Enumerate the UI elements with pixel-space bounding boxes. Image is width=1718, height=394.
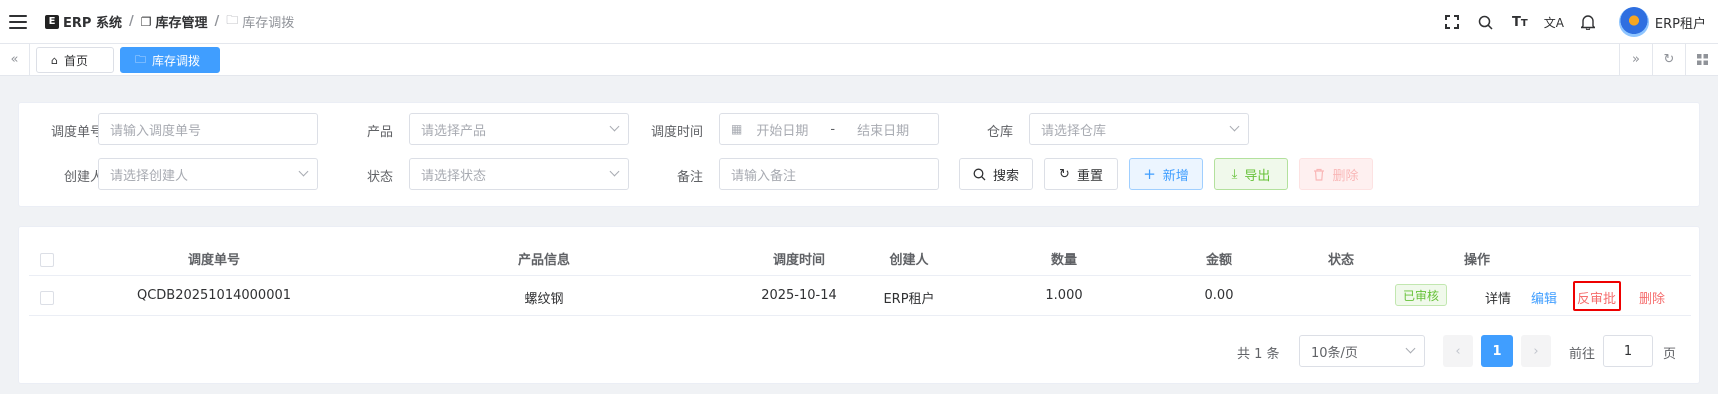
select-all-checkbox[interactable] [40, 253, 54, 267]
row-checkbox[interactable] [40, 291, 54, 305]
cell-time: 2025-10-14 [761, 288, 837, 303]
folder-icon: 🗀 [226, 13, 239, 27]
trash-icon [1314, 168, 1325, 181]
translate-icon[interactable]: 文A [1537, 0, 1571, 44]
scroll-right-icon[interactable]: » [1619, 44, 1652, 75]
detail-link[interactable]: 详情 [1485, 288, 1511, 307]
chevron-down-icon [1405, 343, 1416, 354]
column-header: 金额 [1205, 253, 1232, 268]
goto-suffix: 页 [1663, 347, 1677, 362]
label-product: 产品 [366, 125, 393, 140]
edit-link[interactable]: 编辑 [1531, 288, 1557, 307]
cell-quantity: 1.000 [1045, 288, 1083, 303]
refresh-icon: ↻ [1059, 166, 1070, 182]
breadcrumb-page: 🗀 库存调拨 [226, 13, 295, 31]
breadcrumb-app[interactable]: E ERP 系统 [45, 12, 122, 31]
cell-amount: 0.00 [1204, 288, 1234, 303]
column-header: 调度单号 [187, 253, 240, 268]
export-button[interactable]: ⤓ 导出 [1214, 158, 1288, 190]
status-select[interactable]: 请选择状态 [409, 158, 629, 190]
label-creator: 创建人 [63, 170, 103, 185]
window-icon: ❐ [140, 14, 152, 29]
cell-creator: ERP租户 [883, 292, 935, 307]
label-transfer-time: 调度时间 [650, 125, 703, 140]
cell-order-no: QCDB20251014000001 [136, 288, 292, 303]
user-avatar[interactable] [1618, 7, 1649, 37]
page-number[interactable]: 1 [1481, 335, 1513, 367]
font-size-icon[interactable]: TT [1503, 0, 1537, 44]
bell-icon[interactable] [1571, 0, 1605, 44]
highlight-box [1573, 281, 1621, 311]
breadcrumb-section[interactable]: ❐ 库存管理 [140, 12, 208, 32]
search-button[interactable]: 搜索 [959, 158, 1033, 190]
data-table: 调度单号 产品信息 调度时间 创建人 数量 金额 状态 操作 QCDB20251… [18, 226, 1700, 384]
add-button[interactable]: + 新增 [1129, 158, 1203, 190]
remark-input[interactable]: 请输入备注 [719, 158, 939, 190]
grid-menu-icon[interactable] [1685, 44, 1718, 75]
menu-toggle-icon[interactable] [9, 14, 27, 29]
label-status: 状态 [366, 170, 393, 185]
home-icon: ⌂ [51, 53, 58, 67]
download-icon: ⤓ [1231, 166, 1238, 182]
delete-link[interactable]: 删除 [1639, 288, 1665, 307]
next-page-button[interactable]: › [1521, 335, 1551, 367]
fullscreen-icon[interactable] [1435, 0, 1469, 44]
warehouse-select[interactable]: 请选择仓库 [1029, 113, 1249, 145]
label-warehouse: 仓库 [986, 125, 1013, 140]
column-header: 状态 [1327, 253, 1354, 268]
label-order-no: 调度单号 [50, 125, 103, 140]
status-badge: 已审核 [1395, 284, 1447, 306]
search-form: 调度单号 请输入调度单号 产品 请选择产品 调度时间 ▦ 开始日期 - 结束日期… [18, 102, 1700, 207]
creator-select[interactable]: 请选择创建人 [98, 158, 318, 190]
folder-icon: 🗀 [135, 52, 146, 66]
chevron-down-icon [1229, 121, 1240, 132]
order-no-input[interactable]: 请输入调度单号 [98, 113, 318, 145]
column-header: 产品信息 [517, 253, 570, 268]
scroll-left-icon[interactable]: « [0, 44, 30, 75]
user-name[interactable]: ERP租户 [1655, 13, 1706, 32]
breadcrumb: E ERP 系统 / ❐ 库存管理 / 🗀 库存调拨 [45, 11, 294, 32]
reset-button[interactable]: ↻ 重置 [1044, 158, 1118, 190]
label-remark: 备注 [676, 170, 703, 185]
batch-delete-button[interactable]: 删除 [1299, 158, 1373, 190]
header-tools: TT 文A ERP租户 [1435, 0, 1718, 44]
tags-view-bar: « ⌂ 首页 🗀 库存调拨 » ↻ [0, 44, 1718, 76]
column-header: 创建人 [889, 253, 929, 268]
app-logo-icon: E [45, 14, 59, 29]
total-count: 共 1 条 [1237, 347, 1280, 362]
search-icon[interactable] [1469, 0, 1503, 44]
product-select[interactable]: 请选择产品 [409, 113, 629, 145]
refresh-icon[interactable]: ↻ [1652, 44, 1685, 75]
calendar-icon: ▦ [731, 122, 743, 136]
date-range-picker[interactable]: ▦ 开始日期 - 结束日期 [719, 113, 939, 145]
page-size-select[interactable]: 10条/页 [1299, 335, 1425, 367]
top-header: E ERP 系统 / ❐ 库存管理 / 🗀 库存调拨 TT 文A ERP租户 [0, 0, 1718, 44]
tag-stock-transfer[interactable]: 🗀 库存调拨 [120, 47, 220, 73]
goto-page-input[interactable]: 1 [1603, 335, 1653, 367]
cell-product: 螺纹钢 [524, 292, 564, 307]
search-icon [973, 168, 986, 180]
plus-icon: + [1143, 165, 1156, 183]
column-header: 数量 [1050, 253, 1077, 268]
prev-page-button[interactable]: ‹ [1443, 335, 1473, 367]
column-header: 调度时间 [772, 253, 825, 268]
goto-label: 前往 [1569, 347, 1596, 362]
column-header: 操作 [1463, 253, 1490, 268]
tag-home[interactable]: ⌂ 首页 [36, 47, 114, 73]
